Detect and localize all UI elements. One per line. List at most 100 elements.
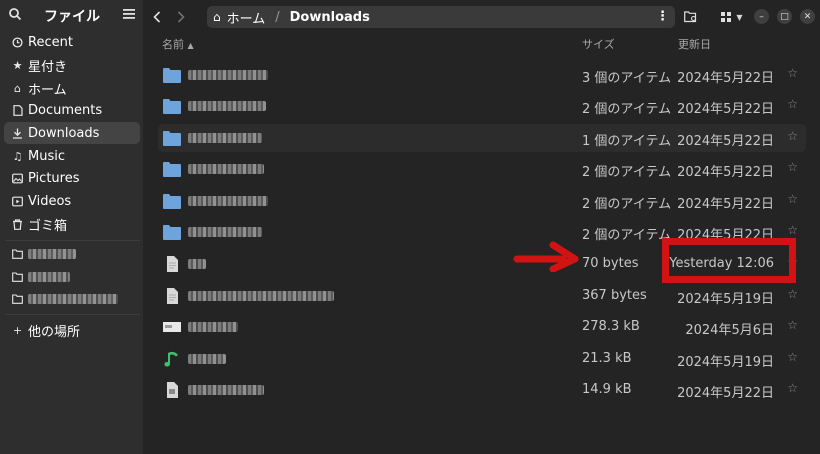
folder-icon — [12, 249, 23, 260]
star-icon[interactable]: ☆ — [787, 318, 798, 332]
sidebar-item-documents[interactable]: Documents — [4, 99, 140, 121]
file-row[interactable]: 21.3 kB 2024年5月19日 ☆ — [158, 345, 806, 373]
video-icon — [12, 196, 23, 207]
kebab-menu-icon[interactable]: ⋮ — [656, 9, 669, 24]
file-size: 367 bytes — [582, 288, 647, 303]
sidebar-item-label: Videos — [28, 193, 72, 209]
file-modified: 2024年5月22日 — [677, 197, 774, 212]
home-icon: ⌂ — [14, 81, 21, 95]
file-size: 2 個のアイテム — [582, 165, 672, 180]
file-row[interactable]: 1 個のアイテム 2024年5月22日 ☆ — [158, 124, 806, 152]
file-row[interactable]: 367 bytes 2024年5月19日 ☆ — [158, 282, 806, 310]
redacted-filename — [188, 101, 266, 111]
view-toggle-button[interactable]: ▼ — [718, 6, 746, 28]
file-row[interactable]: 2 個のアイテム 2024年5月22日 ☆ — [158, 92, 806, 120]
sidebar-item-bookmark[interactable] — [4, 266, 140, 288]
minimize-button[interactable]: – — [754, 9, 769, 24]
music-icon: ♫ — [12, 149, 23, 163]
path-segment-current[interactable]: Downloads — [290, 10, 370, 25]
path-segment-home[interactable]: ホーム — [227, 8, 266, 27]
maximize-button[interactable]: □ — [777, 9, 792, 24]
file-size: 3 個のアイテム — [582, 71, 672, 86]
chevron-left-icon — [153, 11, 161, 23]
star-icon[interactable]: ☆ — [787, 160, 798, 174]
sidebar-divider — [5, 240, 140, 241]
close-button[interactable]: ✕ — [800, 9, 815, 24]
sidebar-item-music[interactable]: ♫ Music — [4, 145, 140, 167]
star-icon[interactable]: ☆ — [787, 350, 798, 364]
star-icon[interactable]: ☆ — [787, 66, 798, 80]
file-size: 21.3 kB — [582, 351, 632, 366]
star-icon[interactable]: ☆ — [787, 192, 798, 206]
file-modified: 2024年5月6日 — [685, 323, 774, 338]
file-modified: 2024年5月22日 — [677, 102, 774, 117]
redacted-filename — [188, 164, 264, 174]
sidebar-item-label: ゴミ箱 — [28, 218, 68, 234]
column-header-modified[interactable]: 更新日 — [678, 36, 711, 52]
sidebar-item-label: 星付き — [28, 59, 68, 75]
sidebar-item-label: Documents — [28, 102, 103, 118]
sidebar-item-videos[interactable]: Videos — [4, 190, 140, 212]
folder-icon — [163, 162, 181, 177]
sidebar-item-label: 他の場所 — [28, 324, 81, 340]
redacted-filename — [188, 291, 334, 301]
search-folder-button[interactable] — [683, 6, 699, 28]
file-size: 2 個のアイテム — [582, 197, 672, 212]
star-icon[interactable]: ☆ — [787, 287, 798, 301]
annotation-arrow — [513, 241, 579, 272]
sidebar-item-label: Downloads — [28, 125, 100, 141]
sidebar-item-downloads[interactable]: Downloads — [4, 122, 140, 144]
text-file-icon — [167, 288, 178, 304]
close-icon: ✕ — [803, 11, 812, 22]
sidebar-item-label: ホーム — [28, 82, 67, 98]
search-icon[interactable] — [8, 7, 22, 21]
star-icon[interactable]: ☆ — [787, 97, 798, 111]
redacted-label — [28, 294, 118, 304]
file-modified: 2024年5月22日 — [677, 71, 774, 86]
sidebar: ファイル Recent ★ 星付き ⌂ ホーム Documents Downlo… — [0, 0, 143, 454]
file-row[interactable]: 2 個のアイテム 2024年5月22日 ☆ — [158, 187, 806, 215]
column-header-size[interactable]: サイズ — [582, 36, 615, 52]
file-size: 1 個のアイテム — [582, 134, 672, 149]
clock-icon — [12, 36, 23, 48]
hamburger-menu-icon[interactable] — [123, 7, 135, 21]
sidebar-item-trash[interactable]: ゴミ箱 — [4, 213, 140, 235]
sidebar-item-other-locations[interactable]: + 他の場所 — [4, 319, 140, 341]
sidebar-item-starred[interactable]: ★ 星付き — [4, 54, 140, 76]
sort-ascending-icon: ▲ — [187, 41, 194, 50]
file-size: 278.3 kB — [582, 319, 640, 334]
redacted-filename — [188, 385, 264, 395]
chevron-right-icon — [177, 11, 185, 23]
star-icon[interactable]: ☆ — [787, 381, 798, 395]
sidebar-item-bookmark[interactable] — [4, 288, 140, 310]
file-size: 2 個のアイテム — [582, 228, 672, 243]
forward-button[interactable] — [174, 6, 188, 28]
app-title: ファイル — [44, 9, 100, 25]
folder-icon — [163, 68, 181, 83]
sidebar-item-home[interactable]: ⌂ ホーム — [4, 77, 140, 99]
file-row[interactable]: 278.3 kB 2024年5月6日 ☆ — [158, 313, 806, 341]
sidebar-item-bookmark[interactable] — [4, 243, 140, 265]
document-icon — [12, 104, 23, 116]
path-bar[interactable]: ⌂ ホーム / Downloads ⋮ — [207, 6, 675, 28]
folder-icon — [163, 194, 181, 209]
sidebar-item-recent[interactable]: Recent — [4, 31, 140, 53]
star-icon[interactable]: ☆ — [787, 223, 798, 237]
folder-icon — [163, 99, 181, 114]
minimize-icon: – — [759, 11, 764, 22]
file-modified: 2024年5月22日 — [677, 165, 774, 180]
folder-icon — [12, 272, 23, 283]
download-icon — [12, 128, 23, 139]
column-header-name[interactable]: 名前 ▲ — [162, 36, 194, 52]
column-header-label: 名前 — [162, 38, 184, 51]
file-row[interactable]: 14.9 kB 2024年5月22日 ☆ — [158, 376, 806, 404]
sidebar-item-pictures[interactable]: Pictures — [4, 167, 140, 189]
folder-icon — [163, 131, 181, 146]
file-row[interactable]: 2 個のアイテム 2024年5月22日 ☆ — [158, 155, 806, 183]
redacted-filename — [188, 227, 262, 237]
folder-icon — [12, 294, 23, 305]
back-button[interactable] — [150, 6, 164, 28]
file-row[interactable]: 3 個のアイテム 2024年5月22日 ☆ — [158, 61, 806, 89]
sidebar-item-label: Recent — [28, 34, 73, 50]
star-icon[interactable]: ☆ — [787, 129, 798, 143]
